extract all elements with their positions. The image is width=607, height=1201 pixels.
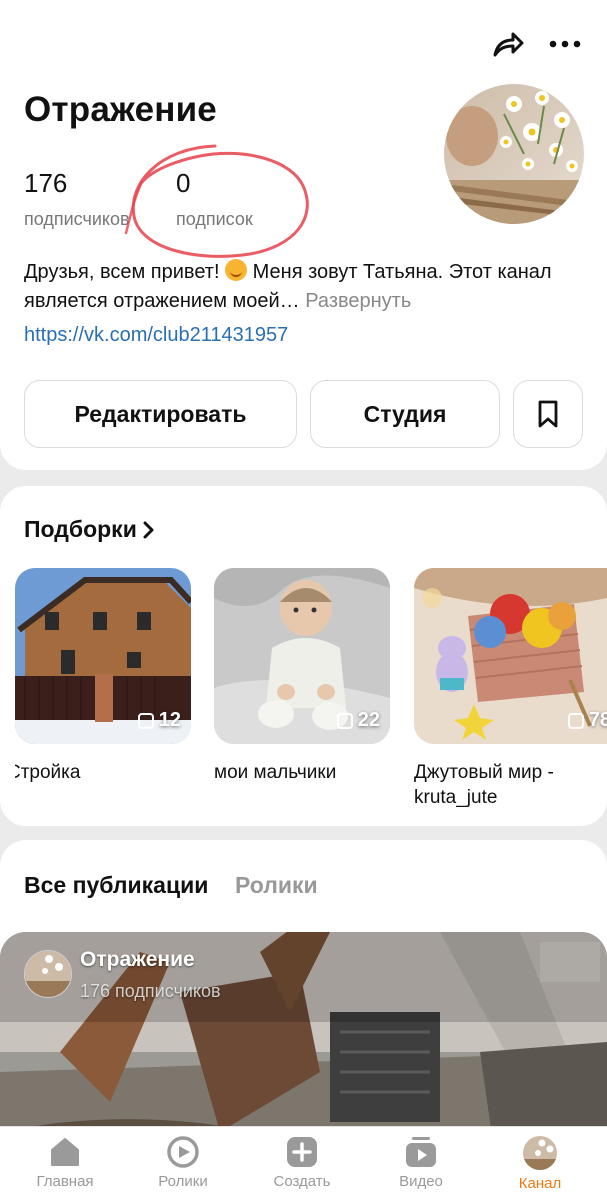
channel-description: Друзья, всем привет! Меня зовут Татьяна.… <box>24 258 584 316</box>
video-channel-name[interactable]: Отражение <box>80 948 195 972</box>
subscribers-label[interactable]: подписчиков <box>24 209 130 230</box>
collections-card: Подборки 12 тройка 22 мои мальчики 78 Дж… <box>0 486 607 826</box>
tab-all-publications[interactable]: Все публикации <box>24 872 208 899</box>
chevron-right-icon <box>143 521 154 538</box>
collection-tile-construction[interactable]: 12 <box>15 568 191 744</box>
collection-label[interactable]: Стройка <box>15 760 191 785</box>
expand-description-link[interactable]: Развернуть <box>305 290 411 312</box>
collection-count: 22 <box>336 709 380 732</box>
channel-link[interactable]: https://vk.com/club211431957 <box>24 324 288 347</box>
tab-reels[interactable]: Ролики <box>235 872 318 899</box>
stack-icon <box>567 712 584 729</box>
hugging-face-emoji <box>225 259 248 281</box>
nav-channel[interactable]: Канал <box>485 1135 595 1192</box>
collection-label[interactable]: Джутовый мир - kruta_jute <box>414 760 594 810</box>
nav-reels[interactable]: Ролики <box>128 1135 238 1190</box>
home-icon <box>51 1138 79 1166</box>
subscribers-count[interactable]: 176 <box>24 168 67 199</box>
collections-title: Подборки <box>24 516 137 542</box>
collection-count: 12 <box>137 709 181 732</box>
more-options-icon[interactable] <box>545 24 585 64</box>
reels-icon <box>167 1136 199 1168</box>
stack-icon <box>137 712 154 729</box>
collection-tile-my-boys[interactable]: 22 <box>214 568 390 744</box>
share-icon[interactable] <box>488 24 528 64</box>
video-channel-avatar[interactable] <box>24 950 72 998</box>
bookmark-icon <box>538 400 558 428</box>
collection-count: 78 <box>567 709 607 732</box>
collection-tile-jute[interactable]: 78 <box>414 568 607 744</box>
video-channel-subscribers: 176 подписчиков <box>80 981 221 1001</box>
collection-label[interactable]: мои мальчики <box>214 760 394 785</box>
bio-text-start: Друзья, всем привет! <box>24 261 226 283</box>
bookmark-button[interactable] <box>513 380 583 448</box>
channel-title: Отражение <box>24 90 217 129</box>
collections-header[interactable]: Подборки <box>24 516 155 543</box>
nav-video[interactable]: Видео <box>366 1135 476 1190</box>
stack-icon <box>336 712 353 729</box>
video-icon <box>406 1137 436 1167</box>
nav-home[interactable]: Главная <box>10 1135 120 1190</box>
hand-drawn-circle-annotation <box>124 144 309 258</box>
channel-avatar-icon <box>523 1136 557 1170</box>
profile-card: Отражение 176 подписчиков 0 подписок Дру… <box>0 0 607 470</box>
plus-icon <box>287 1137 317 1167</box>
bottom-navigation: Главная Ролики Создать Видео Канал <box>0 1126 607 1201</box>
nav-create[interactable]: Создать <box>247 1135 357 1190</box>
channel-avatar[interactable] <box>444 84 584 224</box>
studio-button[interactable]: Студия <box>310 380 500 448</box>
edit-button[interactable]: Редактировать <box>24 380 297 448</box>
